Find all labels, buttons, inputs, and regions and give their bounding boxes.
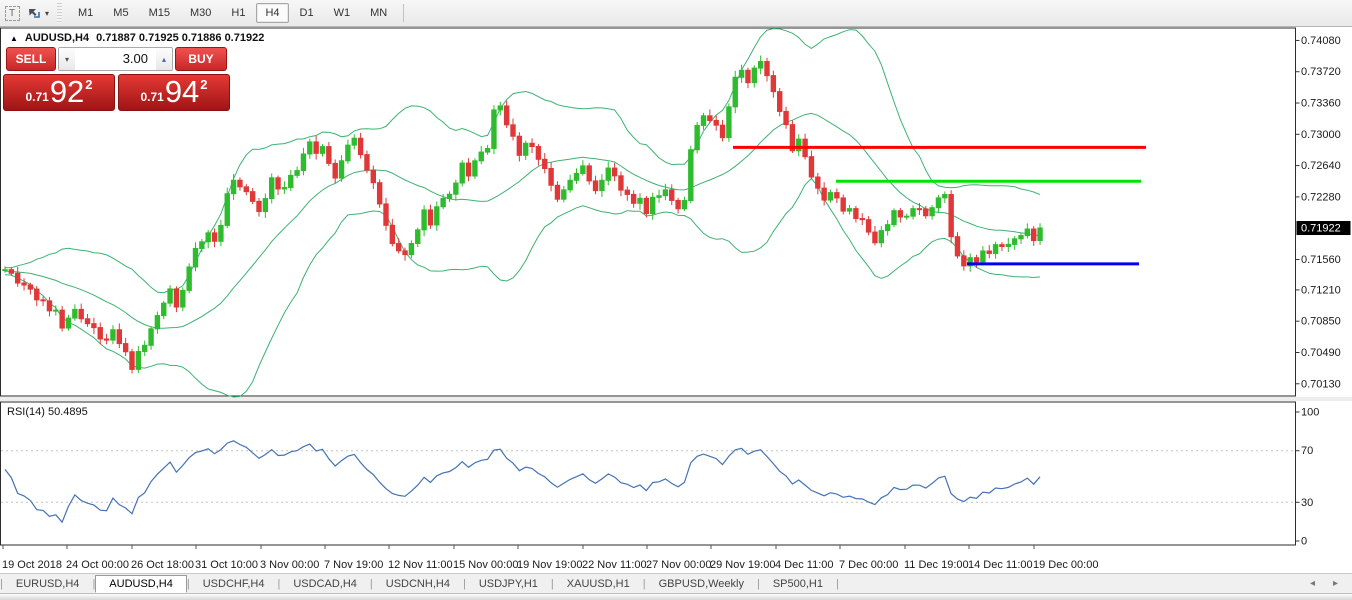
sell-price-display[interactable]: 0.71 92 2 bbox=[3, 74, 115, 111]
timeframe-button-m15[interactable]: M15 bbox=[140, 3, 179, 23]
svg-text:0.72280: 0.72280 bbox=[1301, 191, 1341, 203]
chart-tab-usdcnh[interactable]: USDCNH,H4 bbox=[373, 576, 463, 592]
time-axis-label: 31 Oct 10:00 bbox=[195, 559, 258, 571]
tab-scroll-arrows: ◂ ▸ bbox=[1310, 578, 1338, 589]
chart-tab-audusd[interactable]: AUDUSD,H4 bbox=[95, 575, 187, 593]
toolbar-separator bbox=[403, 4, 404, 22]
svg-text:0.70850: 0.70850 bbox=[1301, 316, 1341, 328]
svg-text:0.70490: 0.70490 bbox=[1301, 347, 1341, 359]
one-click-trade-panel: SELL ▾ 3.00 ▴ BUY 0.71 92 2 0.71 94 2 bbox=[3, 47, 230, 111]
volume-increase-button[interactable]: ▴ bbox=[156, 48, 172, 70]
timeframe-button-m1[interactable]: M1 bbox=[69, 3, 102, 23]
status-bar bbox=[0, 593, 1352, 600]
svg-text:0: 0 bbox=[1301, 536, 1307, 548]
panel-collapse-arrow[interactable]: ▲ bbox=[10, 34, 18, 43]
time-axis-label: 29 Nov 19:00 bbox=[710, 559, 775, 571]
svg-text:0.73000: 0.73000 bbox=[1301, 129, 1341, 141]
svg-text:0.74080: 0.74080 bbox=[1301, 35, 1341, 47]
tab-scroll-left-icon[interactable]: ◂ bbox=[1310, 578, 1315, 589]
tool-dropdown-caret[interactable]: ▾ bbox=[45, 9, 49, 18]
volume-decrease-button[interactable]: ▾ bbox=[59, 48, 75, 70]
chart-tab-usdchf[interactable]: USDCHF,H4 bbox=[190, 576, 278, 592]
buy-button[interactable]: BUY bbox=[175, 47, 227, 71]
time-axis-label: 7 Dec 00:00 bbox=[839, 559, 898, 571]
current-price-label: 0.71922 bbox=[1297, 221, 1351, 235]
buy-price-pips: 94 bbox=[165, 77, 199, 107]
buy-price-point: 2 bbox=[200, 77, 207, 92]
timeframe-toolbar: M1M5M15M30H1H4D1W1MN bbox=[68, 3, 397, 23]
time-axis-label: 19 Nov 19:00 bbox=[517, 559, 582, 571]
time-axis-label: 12 Nov 11:00 bbox=[388, 559, 453, 571]
chart-tab-usdcad[interactable]: USDCAD,H4 bbox=[280, 576, 370, 592]
price-axis: 0.74080 0.73720 0.73360 0.73000 0.72640 0.722… bbox=[1296, 35, 1341, 390]
chart-area[interactable]: 0.74080 0.73720 0.73360 0.73000 0.72640 0.722… bbox=[0, 27, 1352, 573]
svg-text:30: 30 bbox=[1301, 497, 1313, 509]
svg-text:0.71560: 0.71560 bbox=[1301, 254, 1341, 266]
time-axis: 19 Oct 2018 24 Oct 00:0026 Oct 18:0031 Oc… bbox=[2, 545, 1098, 571]
chart-ohlc-values: 0.71887 0.71925 0.71886 0.71922 bbox=[96, 32, 264, 44]
sell-price-pips: 92 bbox=[50, 77, 84, 107]
cursor-arrows-tool-button[interactable] bbox=[24, 3, 44, 23]
sell-button[interactable]: SELL bbox=[6, 47, 56, 71]
time-axis-label: 11 Dec 19:00 bbox=[904, 559, 969, 571]
buy-price-prefix: 0.71 bbox=[140, 90, 163, 104]
time-axis-label: 15 Nov 00:00 bbox=[453, 559, 518, 571]
tab-separator: | bbox=[836, 578, 839, 590]
timeframe-button-m30[interactable]: M30 bbox=[181, 3, 220, 23]
time-axis-label: 4 Dec 11:00 bbox=[775, 559, 834, 571]
chart-tab-xauusd[interactable]: XAUUSD,H1 bbox=[554, 576, 643, 592]
svg-text:0.72640: 0.72640 bbox=[1301, 160, 1341, 172]
time-axis-label: 19 Dec 00:00 bbox=[1033, 559, 1098, 571]
svg-text:0.71922: 0.71922 bbox=[1301, 223, 1341, 235]
sell-price-point: 2 bbox=[85, 77, 92, 92]
svg-text:70: 70 bbox=[1301, 445, 1313, 457]
rsi-indicator-label: RSI(14) 50.4895 bbox=[7, 406, 88, 418]
chart-tab-sp500[interactable]: SP500,H1 bbox=[760, 576, 836, 592]
chart-tab-gbpusd[interactable]: GBPUSD,Weekly bbox=[646, 576, 757, 592]
svg-text:100: 100 bbox=[1301, 407, 1319, 419]
timeframe-button-m5[interactable]: M5 bbox=[104, 3, 137, 23]
time-axis-label: 3 Nov 00:00 bbox=[260, 559, 319, 571]
time-axis-label: 22 Nov 11:00 bbox=[582, 559, 647, 571]
volume-stepper: ▾ 3.00 ▴ bbox=[58, 47, 173, 71]
chart-tab-bar: |EURUSD,H4|AUDUSD,H4|USDCHF,H4|USDCAD,H4… bbox=[0, 573, 1352, 593]
svg-text:0.71210: 0.71210 bbox=[1301, 284, 1341, 296]
timeframe-button-h1[interactable]: H1 bbox=[222, 3, 254, 23]
buy-price-display[interactable]: 0.71 94 2 bbox=[118, 74, 230, 111]
volume-field[interactable]: 3.00 bbox=[75, 48, 156, 70]
timeframe-button-h4[interactable]: H4 bbox=[256, 3, 288, 23]
sell-price-prefix: 0.71 bbox=[25, 90, 48, 104]
time-axis-label: 26 Oct 18:00 bbox=[131, 559, 194, 571]
timeframe-button-mn[interactable]: MN bbox=[361, 3, 396, 23]
svg-text:0.70130: 0.70130 bbox=[1301, 378, 1341, 390]
chart-tab-eurusd[interactable]: EURUSD,H4 bbox=[3, 576, 93, 592]
time-axis-label: 27 Nov 00:00 bbox=[646, 559, 711, 571]
top-toolbar: T ▾ M1M5M15M30H1H4D1W1MN bbox=[0, 0, 1352, 27]
chart-tab-usdjpy[interactable]: USDJPY,H1 bbox=[466, 576, 551, 592]
time-axis-label: 19 Oct 2018 bbox=[2, 559, 62, 571]
time-axis-label: 14 Dec 11:00 bbox=[968, 559, 1033, 571]
svg-text:0.73720: 0.73720 bbox=[1301, 66, 1341, 78]
chart-symbol-period: AUDUSD,H4 bbox=[25, 32, 89, 44]
tab-scroll-right-icon[interactable]: ▸ bbox=[1333, 578, 1338, 589]
text-label-tool-button[interactable]: T bbox=[2, 3, 22, 23]
text-tool-icon: T bbox=[5, 6, 20, 21]
timeframe-button-d1[interactable]: D1 bbox=[291, 3, 323, 23]
svg-text:0.73360: 0.73360 bbox=[1301, 98, 1341, 110]
rsi-axis: 100 70 30 0 bbox=[1296, 407, 1320, 548]
time-axis-label: 24 Oct 00:00 bbox=[66, 559, 129, 571]
toolbar-grip-handle[interactable] bbox=[57, 3, 62, 23]
arrows-icon bbox=[26, 5, 42, 21]
chart-tabs: |EURUSD,H4|AUDUSD,H4|USDCHF,H4|USDCAD,H4… bbox=[0, 575, 839, 593]
chart-ohlc-title: ▲ AUDUSD,H4 0.71887 0.71925 0.71886 0.71… bbox=[10, 32, 264, 44]
timeframe-button-w1[interactable]: W1 bbox=[325, 3, 360, 23]
time-axis-label: 7 Nov 19:00 bbox=[324, 559, 383, 571]
